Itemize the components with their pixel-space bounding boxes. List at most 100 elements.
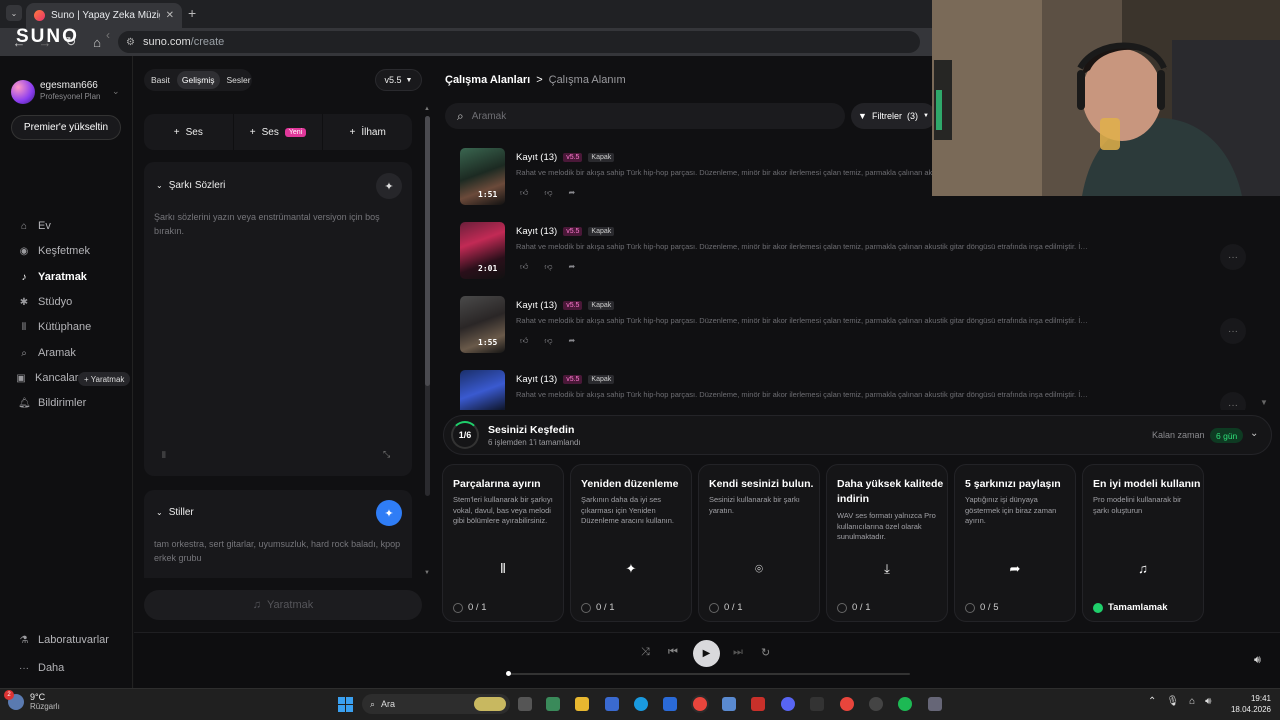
scrollbar-thumb[interactable]: [425, 116, 430, 386]
next-icon[interactable]: ⏭: [733, 646, 743, 659]
browser-tab[interactable]: Suno | Yapay Zeka Müziği ✕: [26, 3, 182, 28]
user-name[interactable]: egesman666: [40, 80, 98, 91]
sidebar-item-create[interactable]: ♪ Yaratmak: [18, 271, 87, 283]
new-tab-button[interactable]: +: [188, 5, 196, 21]
like-icon[interactable]: 👍︎: [520, 336, 528, 346]
network-icon[interactable]: ⌂: [1189, 696, 1195, 707]
share-icon[interactable]: ➦: [569, 336, 576, 346]
styles-header[interactable]: ⌄ Stiller: [156, 507, 194, 518]
styles-input[interactable]: tam orkestra, sert gitarlar, uyumsuzluk,…: [154, 537, 404, 565]
share-icon[interactable]: ➦: [569, 262, 576, 272]
magic-wand-icon[interactable]: ✦: [376, 173, 402, 199]
task-card[interactable]: Parçalarına ayırın Stem'leri kullanarak …: [442, 464, 564, 622]
weather-widget[interactable]: 2 9°C Rüzgarlı: [4, 689, 60, 711]
song-row[interactable]: 1:55 Kayıt (13) v5.5 Kapak Rahat ve melodi…: [460, 296, 1260, 356]
song-row[interactable]: Kayıt (13) v5.5 Kapak Rahat ve melodik bir…: [460, 370, 1260, 410]
model-version-select[interactable]: v5.5 ▼: [375, 69, 422, 91]
home-button[interactable]: ⌂: [86, 31, 108, 53]
more-options-button[interactable]: ···: [1220, 318, 1246, 344]
clock[interactable]: 19:41 18.04.2026: [1227, 693, 1271, 715]
add-inspiration-button[interactable]: + İlham: [323, 114, 412, 150]
song-cover[interactable]: 2:01: [460, 222, 505, 279]
mode-voices[interactable]: Sesler: [222, 71, 256, 89]
store-icon[interactable]: [546, 697, 560, 711]
mode-advanced[interactable]: Gelişmiş: [176, 71, 220, 89]
song-cover[interactable]: 1:55: [460, 296, 505, 353]
like-icon[interactable]: 👍︎: [520, 188, 528, 198]
edge-icon[interactable]: [634, 697, 648, 711]
more-options-button[interactable]: ···: [1220, 244, 1246, 270]
lyrics-input[interactable]: Şarkı sözlerini yazın veya enstrümantal …: [154, 210, 394, 238]
chevron-up-icon[interactable]: ⌃: [1148, 696, 1156, 707]
song-row[interactable]: 2:01 Kayıt (13) v5.5 Kapak Rahat ve melodi…: [460, 222, 1260, 282]
create-button[interactable]: ♫ Yaratmak: [144, 590, 422, 620]
lyrics-header[interactable]: ⌄ Şarkı Sözleri: [156, 180, 225, 191]
sidebar-item-home[interactable]: ⌂ Ev: [18, 220, 51, 232]
sidebar-item-more[interactable]: ··· Daha: [18, 662, 64, 674]
repeat-icon[interactable]: ↻: [761, 646, 770, 659]
tab-search-button[interactable]: ⌄: [6, 5, 22, 21]
dislike-icon[interactable]: 👎︎: [544, 336, 552, 346]
app-icon[interactable]: [751, 697, 765, 711]
play-button[interactable]: ▶: [693, 640, 720, 667]
spotify-icon[interactable]: [898, 697, 912, 711]
task-card[interactable]: Yeniden düzenleme Şarkının daha da iyi s…: [570, 464, 692, 622]
progress-track[interactable]: [508, 673, 910, 675]
dislike-icon[interactable]: 👎︎: [544, 188, 552, 198]
app-icon[interactable]: [810, 697, 824, 711]
song-cover[interactable]: 1:51: [460, 148, 505, 205]
volume-icon[interactable]: 🔊︎: [1254, 654, 1261, 667]
file-explorer-icon[interactable]: [575, 697, 589, 711]
sidebar-item-studio[interactable]: ✱ Stüdyo: [18, 296, 72, 308]
chevron-updown-icon[interactable]: ⌄: [112, 86, 120, 97]
task-card[interactable]: Kendi sesinizi bulun. Sesinizi kullanara…: [698, 464, 820, 622]
discord-icon[interactable]: [781, 697, 795, 711]
sidebar-item-explore[interactable]: ◉ Keşfetmek: [18, 245, 90, 257]
task-card[interactable]: 5 şarkınızı paylaşın Yaptığınız işi düny…: [954, 464, 1076, 622]
sidebar-item-hooks[interactable]: ▣ Kancalar: [15, 372, 78, 384]
scroll-down-icon[interactable]: ▼: [424, 570, 430, 576]
add-voice-button[interactable]: + Ses Yeni: [234, 114, 324, 150]
task-view-icon[interactable]: [518, 697, 532, 711]
suno-logo[interactable]: SUNO: [16, 26, 79, 48]
settings-icon[interactable]: [928, 697, 942, 711]
song-title[interactable]: Kayıt (13): [516, 374, 557, 385]
sidebar-item-search[interactable]: ⌕ Aramak: [18, 347, 76, 359]
more-options-button[interactable]: ···: [1220, 392, 1246, 410]
hooks-create-button[interactable]: + Yaratmak: [78, 372, 131, 386]
song-title[interactable]: Kayıt (13): [516, 300, 557, 311]
scroll-down-icon[interactable]: ▼: [1260, 398, 1268, 407]
progress-handle[interactable]: [506, 671, 511, 676]
sidebar-item-labs[interactable]: ⚗ Laboratuvarlar: [18, 634, 109, 646]
song-title[interactable]: Kayıt (13): [516, 226, 557, 237]
previous-icon[interactable]: ⏮: [668, 646, 678, 659]
expand-icon[interactable]: ⤡: [383, 449, 390, 460]
song-title[interactable]: Kayıt (13): [516, 152, 557, 163]
mail-icon[interactable]: [663, 697, 677, 711]
address-bar[interactable]: ⚙ suno.com/create: [118, 31, 920, 53]
site-info-icon[interactable]: ⚙: [126, 37, 135, 48]
breadcrumb-root[interactable]: Çalışma Alanları: [445, 74, 530, 86]
mode-simple[interactable]: Basit: [146, 71, 175, 89]
filters-button[interactable]: ▼ Filtreler (3) ▼: [851, 103, 936, 129]
sidebar-item-notifications[interactable]: 🔔︎ Bildirimler: [18, 397, 86, 409]
song-cover[interactable]: [460, 370, 505, 410]
workspace-search-input[interactable]: ⌕ Aramak: [445, 103, 845, 129]
windows-start-icon[interactable]: [338, 697, 353, 715]
chrome-icon[interactable]: [693, 697, 707, 711]
shuffle-icon[interactable]: ⤨: [641, 646, 650, 659]
volume-icon[interactable]: 🔊︎: [1205, 696, 1211, 707]
task-card[interactable]: Daha yüksek kalitede indirin WAV ses for…: [826, 464, 948, 622]
app-icon[interactable]: [722, 697, 736, 711]
taskbar-search[interactable]: ⌕ Ara: [362, 694, 510, 714]
share-icon[interactable]: ➦: [569, 188, 576, 198]
app-icon[interactable]: [605, 697, 619, 711]
task-card[interactable]: En iyi modeli kullanın Pro modelini kull…: [1082, 464, 1204, 622]
upgrade-premier-button[interactable]: Premier'e yükseltin: [11, 115, 121, 140]
scroll-up-icon[interactable]: ▲: [424, 106, 430, 112]
chrome-icon[interactable]: [840, 697, 854, 711]
sidebar-item-library[interactable]: ⫴ Kütüphane: [18, 321, 91, 333]
microphone-icon[interactable]: 🎙︎: [1166, 696, 1179, 707]
like-icon[interactable]: 👍︎: [520, 262, 528, 272]
add-audio-button[interactable]: + Ses: [144, 114, 234, 150]
